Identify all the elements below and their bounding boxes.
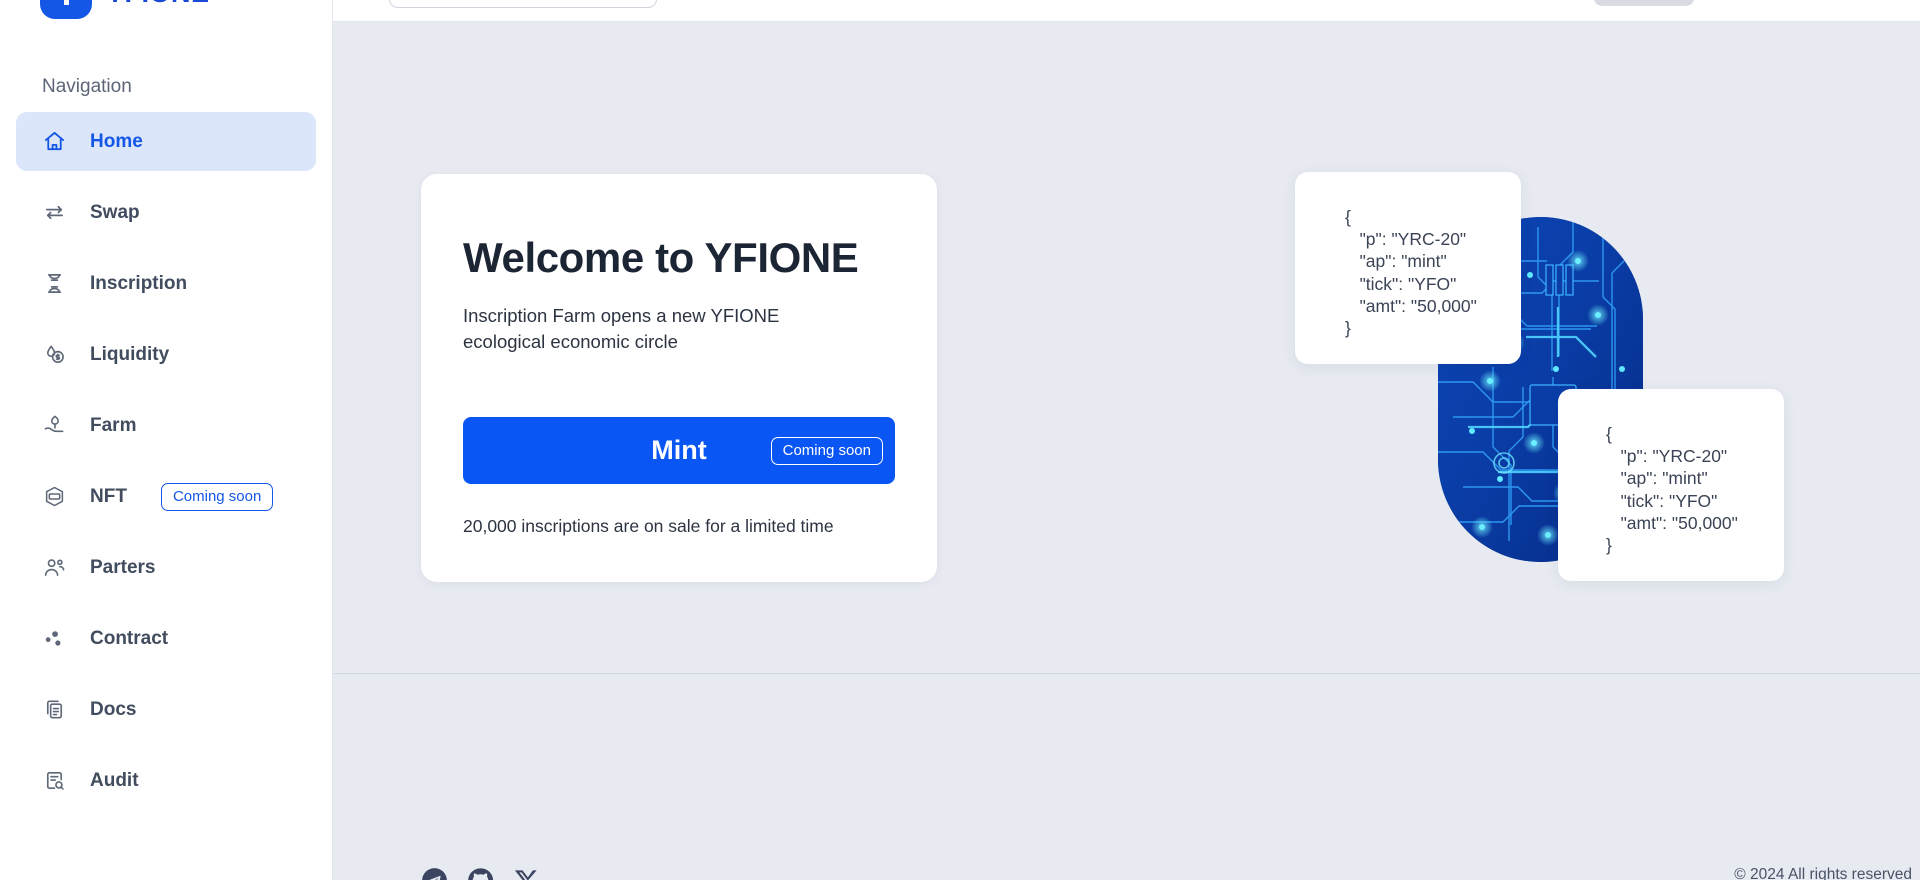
sidebar-item-farm[interactable]: Farm	[16, 396, 316, 455]
inscription-json-card: { "p": "YRC-20" "ap": "mint" "tick": "YF…	[1295, 172, 1521, 364]
sidebar-item-label: NFT	[90, 485, 127, 507]
sidebar-section-label: Navigation	[42, 76, 132, 97]
welcome-card: Welcome to YFIONE Inscription Farm opens…	[421, 174, 937, 582]
mint-coming-soon-badge: Coming soon	[770, 436, 883, 465]
sidebar: YFIONE Navigation Home Swap Inscrip	[0, 0, 333, 880]
social-links	[421, 867, 540, 880]
connect-wallet-button[interactable]	[1594, 0, 1694, 6]
footer: © 2024 All rights reserved	[333, 673, 1920, 880]
farm-icon	[42, 414, 66, 438]
audit-icon	[42, 769, 66, 793]
search-input[interactable]	[389, 0, 657, 8]
docs-icon	[42, 698, 66, 722]
sidebar-item-contract[interactable]: Contract	[16, 609, 316, 668]
sidebar-item-label: Audit	[90, 769, 139, 791]
sidebar-item-label: Docs	[90, 698, 137, 720]
sidebar-item-parters[interactable]: Parters	[16, 538, 316, 597]
sidebar-item-label: Contract	[90, 627, 169, 649]
mint-button-label: Mint	[651, 435, 707, 466]
nft-coming-soon-badge: Coming soon	[160, 482, 274, 511]
sidebar-item-label: Liquidity	[90, 343, 170, 365]
inscription-icon	[42, 272, 66, 296]
sidebar-nav: Home Swap Inscription Liquidity Farm NFT…	[0, 112, 332, 810]
topbar	[333, 0, 1920, 22]
sidebar-item-swap[interactable]: Swap	[16, 183, 316, 242]
sidebar-item-liquidity[interactable]: Liquidity	[16, 325, 316, 384]
telegram-icon[interactable]	[421, 867, 448, 880]
nft-icon	[42, 485, 66, 509]
twitter-x-icon[interactable]	[513, 867, 540, 880]
sidebar-item-label: Inscription	[90, 272, 188, 294]
sidebar-item-inscription[interactable]: Inscription	[16, 254, 316, 313]
brand-logo[interactable]: YFIONE	[0, 0, 332, 19]
copyright-text: © 2024 All rights reserved	[1734, 866, 1912, 880]
contract-icon	[42, 627, 66, 651]
sidebar-item-home[interactable]: Home	[16, 112, 316, 171]
sidebar-item-nft[interactable]: NFT Coming soon	[16, 467, 316, 526]
sidebar-item-audit[interactable]: Audit	[16, 751, 316, 810]
footer-inner: © 2024 All rights reserved	[333, 674, 1920, 880]
sidebar-item-label: Home	[90, 130, 143, 152]
liquidity-icon	[42, 343, 66, 367]
partners-icon	[42, 556, 66, 580]
app-root: YFIONE Navigation Home Swap Inscrip	[0, 0, 1920, 880]
welcome-subtitle: Inscription Farm opens a new YFIONE ecol…	[463, 304, 780, 352]
main-region: Welcome to YFIONE Inscription Farm opens…	[333, 0, 1920, 880]
sidebar-item-docs[interactable]: Docs	[16, 680, 316, 739]
sidebar-item-label: Farm	[90, 414, 137, 436]
brand-name: YFIONE	[106, 0, 210, 9]
inscriptions-note: 20,000 inscriptions are on sale for a li…	[463, 516, 834, 537]
page-canvas: Welcome to YFIONE Inscription Farm opens…	[333, 22, 1920, 880]
yfione-logo-icon	[40, 0, 92, 19]
home-icon	[42, 130, 66, 154]
swap-icon	[42, 201, 66, 225]
sidebar-item-label: Swap	[90, 201, 140, 223]
sidebar-item-label: Parters	[90, 556, 156, 578]
page-title: Welcome to YFIONE	[463, 234, 859, 281]
github-icon[interactable]	[467, 867, 494, 880]
mint-button[interactable]: Mint Coming soon	[463, 417, 895, 485]
inscription-json-card: { "p": "YRC-20" "ap": "mint" "tick": "YF…	[1558, 389, 1784, 581]
